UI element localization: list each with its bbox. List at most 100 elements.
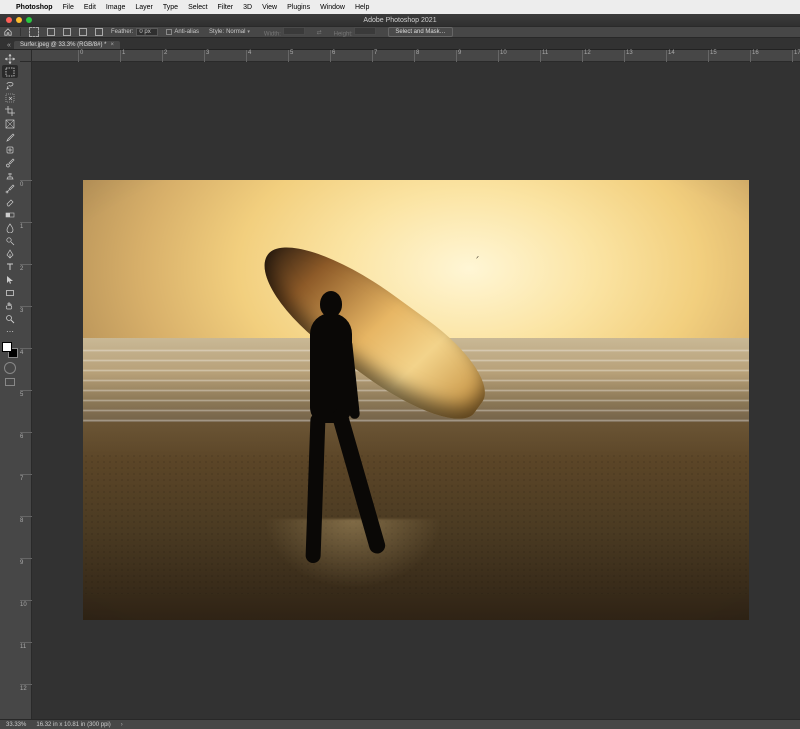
- width-input: [283, 27, 305, 35]
- options-bar: Feather: Anti-alias Style: Normal ▾ Widt…: [0, 26, 800, 38]
- menu-help[interactable]: Help: [355, 4, 369, 11]
- vertical-ruler[interactable]: 0 1 2 3 4 5 6 7 8 9 10 11 12: [20, 62, 32, 719]
- menu-plugins[interactable]: Plugins: [287, 4, 310, 11]
- canvas-area: 0 1 2 3 4 5 6 7 8 9 10 11 12 13 14 15 16…: [20, 50, 800, 719]
- ruler-tick: 5: [288, 50, 293, 62]
- canvas-viewport[interactable]: ᐟ: [32, 62, 800, 719]
- ruler-tick: 15: [708, 50, 717, 62]
- ruler-tick: 1: [120, 50, 125, 62]
- ruler-tick: 4: [246, 50, 251, 62]
- path-selection-tool[interactable]: [2, 273, 18, 286]
- menu-type[interactable]: Type: [163, 4, 178, 11]
- pen-tool[interactable]: [2, 247, 18, 260]
- ruler-tick: 13: [624, 50, 633, 62]
- style-value: Normal: [226, 29, 245, 35]
- selection-mode-subtract[interactable]: [79, 28, 87, 36]
- hand-tool[interactable]: [2, 299, 18, 312]
- lasso-tool[interactable]: [2, 78, 18, 91]
- menu-3d[interactable]: 3D: [243, 4, 252, 11]
- style-select[interactable]: Style: Normal ▾: [207, 29, 252, 35]
- antialias-checkbox[interactable]: Anti-alias: [166, 29, 199, 35]
- quick-mask-toggle[interactable]: [4, 362, 16, 374]
- chevron-right-icon[interactable]: ›: [121, 722, 123, 728]
- separator: [20, 28, 21, 36]
- menu-file[interactable]: File: [63, 4, 74, 11]
- clone-stamp-tool[interactable]: [2, 169, 18, 182]
- selection-mode-add[interactable]: [63, 28, 71, 36]
- ruler-tick: 2: [20, 264, 32, 272]
- ruler-tick: 12: [20, 684, 32, 692]
- screen-mode-toggle[interactable]: [5, 378, 15, 386]
- dodge-tool[interactable]: [2, 234, 18, 247]
- ruler-tick: 6: [20, 432, 32, 440]
- ruler-tick: 3: [204, 50, 209, 62]
- ruler-tick: 14: [666, 50, 675, 62]
- ruler-tick: 16: [750, 50, 759, 62]
- ruler-tick: 0: [78, 50, 83, 62]
- menu-layer[interactable]: Layer: [135, 4, 153, 11]
- swap-wh-icon: ⇄: [317, 29, 322, 36]
- selection-mode-new[interactable]: [47, 28, 55, 36]
- tool-preset-icon[interactable]: [29, 27, 39, 37]
- feather-label: Feather:: [111, 29, 133, 35]
- chevron-down-icon: ▾: [247, 29, 250, 35]
- move-tool[interactable]: [2, 52, 18, 65]
- type-tool[interactable]: [2, 260, 18, 273]
- menu-window[interactable]: Window: [320, 4, 345, 11]
- ruler-tick: 9: [456, 50, 461, 62]
- history-brush-tool[interactable]: [2, 182, 18, 195]
- object-selection-tool[interactable]: [2, 91, 18, 104]
- horizontal-ruler[interactable]: 0 1 2 3 4 5 6 7 8 9 10 11 12 13 14 15 16…: [32, 50, 800, 62]
- menu-image[interactable]: Image: [106, 4, 125, 11]
- zoom-tool[interactable]: [2, 312, 18, 325]
- selection-mode-intersect[interactable]: [95, 28, 103, 36]
- zoom-level[interactable]: 33.33%: [6, 722, 26, 728]
- frame-tool[interactable]: [2, 117, 18, 130]
- ruler-tick: 1: [20, 222, 32, 230]
- document-canvas[interactable]: ᐟ: [83, 180, 749, 620]
- ruler-tick: 11: [540, 50, 548, 62]
- home-icon[interactable]: [4, 28, 12, 36]
- brush-tool[interactable]: [2, 156, 18, 169]
- ruler-tick: 9: [20, 558, 32, 566]
- foreground-color-swatch[interactable]: [2, 342, 12, 352]
- tab-scroll-left[interactable]: «: [4, 42, 14, 49]
- mac-menu-bar: Photoshop File Edit Image Layer Type Sel…: [0, 0, 800, 14]
- blur-tool[interactable]: [2, 221, 18, 234]
- marquee-tool[interactable]: [2, 65, 18, 78]
- ruler-tick: 0: [20, 180, 32, 188]
- eraser-tool[interactable]: [2, 195, 18, 208]
- width-label: Width:: [264, 31, 281, 37]
- ruler-tick: 7: [372, 50, 377, 62]
- menu-view[interactable]: View: [262, 4, 277, 11]
- ruler-tick: 10: [20, 600, 32, 608]
- document-tab-label: Surfer.jpeg @ 33.3% (RGB/8#) *: [20, 42, 106, 48]
- color-swatches[interactable]: [2, 342, 18, 358]
- ruler-tick: 6: [330, 50, 335, 62]
- feather-input[interactable]: [136, 28, 158, 36]
- select-and-mask-button[interactable]: Select and Mask…: [388, 27, 452, 37]
- app-menu[interactable]: Photoshop: [16, 4, 53, 11]
- ruler-tick: 2: [162, 50, 167, 62]
- window-title: Adobe Photoshop 2021: [0, 17, 800, 24]
- gradient-tool[interactable]: [2, 208, 18, 221]
- close-icon[interactable]: ×: [110, 42, 114, 48]
- edit-toolbar[interactable]: ⋯: [2, 325, 18, 338]
- menu-edit[interactable]: Edit: [84, 4, 96, 11]
- ruler-origin[interactable]: [20, 50, 32, 62]
- crop-tool[interactable]: [2, 104, 18, 117]
- menu-select[interactable]: Select: [188, 4, 207, 11]
- antialias-label: Anti-alias: [174, 29, 199, 35]
- eyedropper-tool[interactable]: [2, 130, 18, 143]
- style-label: Style:: [209, 29, 224, 35]
- rectangle-tool[interactable]: [2, 286, 18, 299]
- ruler-tick: 7: [20, 474, 32, 482]
- document-tab[interactable]: Surfer.jpeg @ 33.3% (RGB/8#) * ×: [14, 41, 120, 49]
- height-label: Height:: [334, 31, 353, 37]
- ruler-tick: 4: [20, 348, 32, 356]
- document-info[interactable]: 16.32 in x 10.81 in (300 ppi): [36, 722, 110, 728]
- height-input: [354, 27, 376, 35]
- menu-filter[interactable]: Filter: [218, 4, 234, 11]
- document-tab-bar: « Surfer.jpeg @ 33.3% (RGB/8#) * ×: [0, 38, 800, 50]
- healing-brush-tool[interactable]: [2, 143, 18, 156]
